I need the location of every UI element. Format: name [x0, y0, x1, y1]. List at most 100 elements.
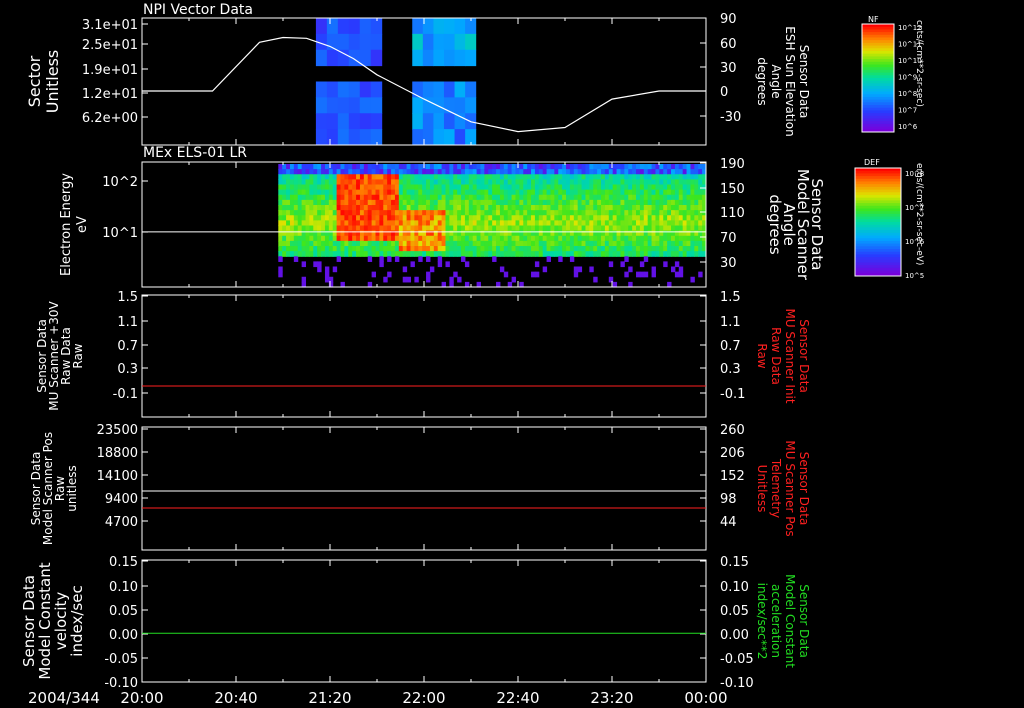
- spectrogram-cell: [569, 169, 575, 175]
- spectrogram-cell: [663, 225, 668, 232]
- spectrogram-cell: [507, 164, 513, 170]
- spectrogram-cell: [461, 240, 466, 247]
- spectrogram-cell: [309, 179, 314, 186]
- spectrogram-cell: [457, 169, 462, 175]
- heatmap-cell: [337, 129, 350, 146]
- spectrogram-cell: [426, 215, 431, 221]
- spectrogram-cell: [550, 235, 555, 242]
- spectrogram-cell: [698, 251, 703, 257]
- spectrogram-cell: [496, 240, 501, 247]
- spectrogram-cell: [616, 220, 621, 227]
- spectrogram-cell: [422, 220, 427, 227]
- spectrogram-cell: [624, 169, 629, 175]
- spectrogram-cell: [558, 199, 563, 206]
- spectrogram-cell: [363, 251, 369, 257]
- spectrogram-cell: [612, 220, 618, 227]
- spectrogram-cell: [519, 179, 524, 186]
- right-axis-label: MU Scanner Pos: [783, 440, 797, 536]
- spectrogram-cell: [690, 235, 695, 242]
- spectrogram-cell: [328, 184, 334, 191]
- spectrogram-cell: [289, 205, 295, 211]
- spectrogram-cell: [317, 174, 322, 180]
- spectrogram-cell: [678, 240, 684, 247]
- spectrogram-cell: [457, 235, 462, 242]
- spectrogram-cell: [624, 199, 629, 206]
- y-tick-label-right: 152: [720, 469, 745, 484]
- spectrogram-cell: [383, 251, 388, 257]
- spectrogram-cell: [546, 256, 551, 262]
- spectrogram-cell: [464, 199, 470, 206]
- spectrogram-cell: [577, 169, 583, 175]
- spectrogram-cell: [597, 225, 602, 232]
- spectrogram-cell: [647, 251, 653, 257]
- heatmap-cell: [422, 49, 434, 67]
- spectrogram-cell: [620, 179, 625, 186]
- spectrogram-cell: [321, 210, 326, 216]
- spectrogram-cell: [464, 184, 470, 191]
- spectrogram-cell: [674, 261, 680, 268]
- spectrogram-cell: [367, 189, 373, 196]
- spectrogram-cell: [437, 184, 443, 191]
- spectrogram-cell: [589, 220, 594, 227]
- spectrogram-cell: [488, 169, 493, 175]
- spectrogram-cell: [286, 189, 291, 196]
- spectrogram-cell: [437, 179, 443, 186]
- spectrogram-cell: [678, 189, 684, 196]
- right-axis-label: Telemetry: [769, 458, 783, 518]
- spectrogram-cell: [398, 189, 404, 196]
- spectrogram-cell: [348, 246, 353, 252]
- spectrogram-cell: [410, 246, 415, 252]
- spectrogram-cell: [445, 261, 450, 268]
- heatmap-cell: [454, 97, 466, 114]
- spectrogram-cell: [612, 246, 618, 252]
- spectrogram-cell: [546, 210, 551, 216]
- spectrogram-cell: [608, 199, 614, 206]
- time-tick-label: 22:00: [402, 689, 445, 707]
- spectrogram-cell: [324, 210, 330, 216]
- spectrogram-cell: [507, 179, 513, 186]
- spectrogram-cell: [480, 246, 485, 252]
- spectrogram-cell: [340, 205, 345, 211]
- spectrogram-cell: [577, 235, 583, 242]
- spectrogram-cell: [289, 184, 295, 191]
- spectrogram-cell: [410, 169, 415, 175]
- y-tick-label-right: 110: [720, 206, 745, 221]
- spectrogram-cell: [286, 215, 291, 221]
- spectrogram-cell: [624, 235, 629, 242]
- spectrogram-cell: [429, 246, 435, 252]
- spectrogram-cell: [445, 246, 450, 252]
- spectrogram-cell: [289, 179, 295, 186]
- spectrogram-cell: [682, 251, 688, 257]
- spectrogram-cell: [484, 199, 489, 206]
- spectrogram-cell: [402, 276, 408, 283]
- spectrogram-cell: [348, 194, 353, 201]
- spectrogram-cell: [356, 240, 361, 247]
- spectrogram-cell: [503, 235, 509, 242]
- spectrogram-cell: [499, 246, 505, 252]
- spectrogram-cell: [496, 199, 501, 206]
- spectrogram-cell: [682, 210, 688, 216]
- spectrogram-cell: [445, 210, 450, 216]
- spectrogram-cell: [461, 184, 466, 191]
- spectrogram-cell: [453, 215, 458, 221]
- spectrogram-cell: [379, 194, 384, 201]
- spectrogram-cell: [651, 246, 656, 252]
- spectrogram-cell: [597, 179, 602, 186]
- spectrogram-cell: [387, 169, 392, 175]
- colorbar2-tick: 10^5: [905, 272, 924, 280]
- spectrogram-cell: [698, 205, 703, 211]
- spectrogram-cell: [336, 220, 342, 227]
- spectrogram-cell: [604, 240, 610, 247]
- spectrogram-cell: [453, 210, 458, 216]
- spectrogram-cell: [313, 251, 318, 257]
- spectrogram-cell: [309, 215, 314, 221]
- spectrogram-cell: [468, 246, 474, 252]
- spectrogram-cell: [612, 215, 618, 221]
- spectrogram-cell: [496, 179, 501, 186]
- spectrogram-cell: [461, 174, 466, 180]
- spectrogram-cell: [367, 194, 373, 201]
- spectrogram-cell: [472, 174, 478, 180]
- spectrogram-cell: [293, 215, 299, 221]
- spectrogram-cell: [694, 184, 699, 191]
- spectrogram-cell: [511, 210, 516, 216]
